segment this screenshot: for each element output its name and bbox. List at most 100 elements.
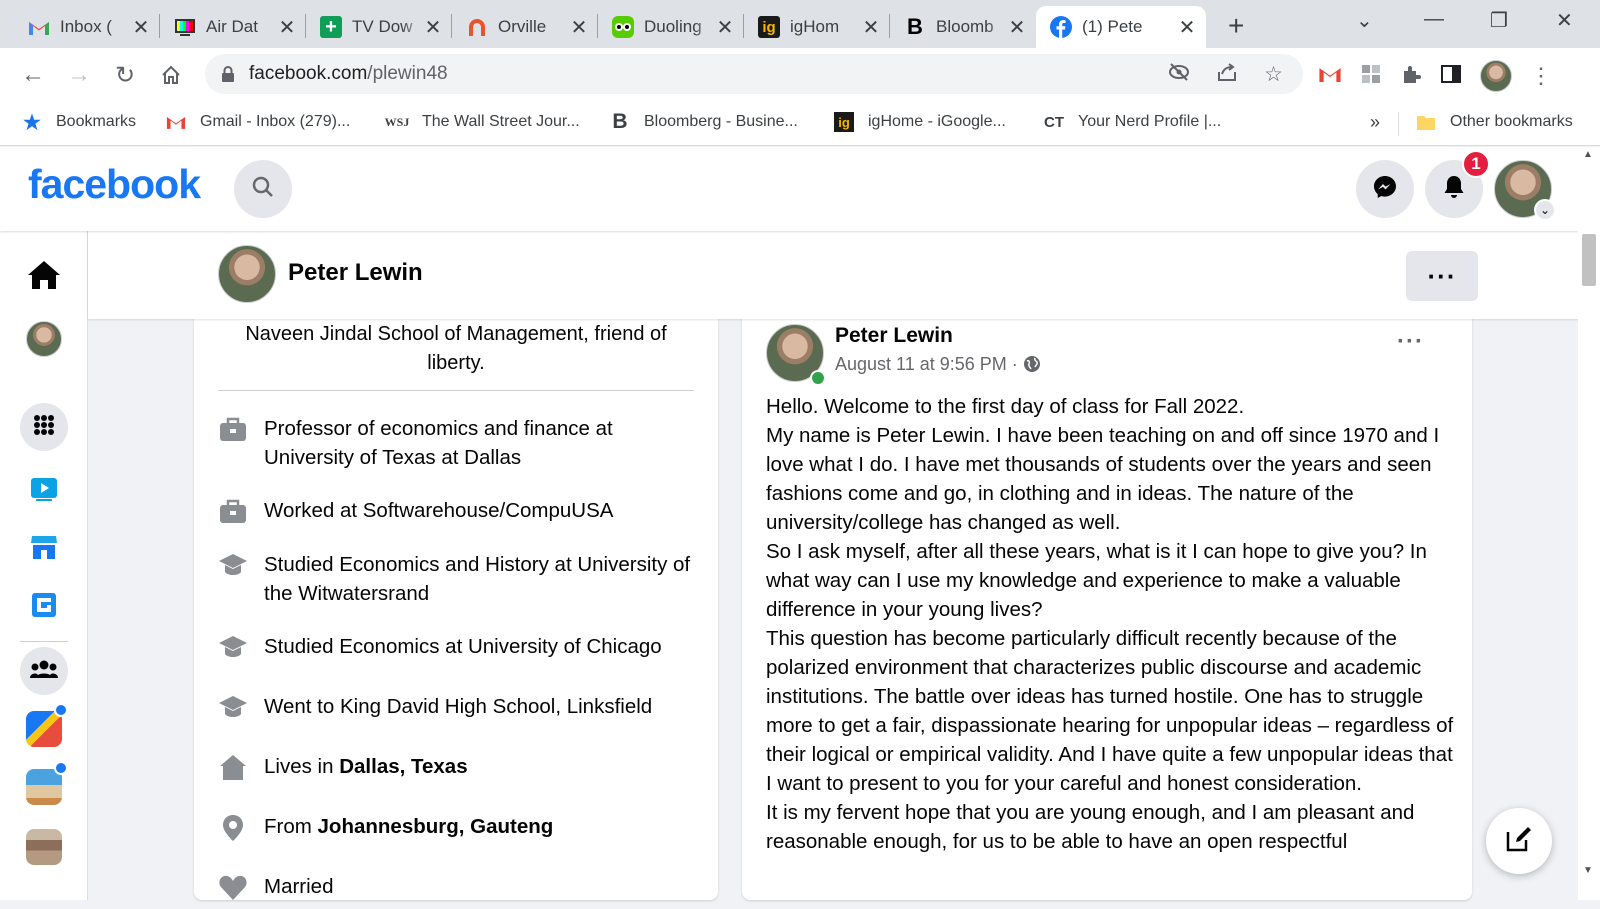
ig-icon: ig — [834, 112, 854, 132]
intro-text: Studied Economics and History at Univers… — [264, 553, 691, 605]
menu-nav-button[interactable] — [20, 403, 68, 451]
tab-title: Inbox ( — [60, 17, 112, 36]
home-icon[interactable] — [156, 60, 186, 90]
close-tab-icon[interactable]: ✕ — [570, 15, 588, 40]
intro-row-work: Professor of economics and finance at Un… — [218, 414, 698, 472]
close-tab-icon[interactable]: ✕ — [862, 15, 880, 40]
scrollbar-thumb[interactable] — [1582, 234, 1596, 286]
briefcase-icon — [218, 415, 248, 445]
close-tab-icon[interactable]: ✕ — [132, 15, 150, 40]
lock-icon — [221, 66, 235, 82]
facebook-logo[interactable]: facebook — [28, 161, 201, 208]
browser-tab[interactable]: ig igHom ✕ — [744, 6, 890, 48]
intro-row-work: Worked at Softwarehouse/CompuUSA — [218, 496, 698, 527]
side-panel-icon[interactable] — [1440, 63, 1462, 90]
bookmark-label: igHome - iGoogle... — [868, 113, 1006, 130]
tab-title: igHom — [790, 17, 840, 36]
search-button[interactable] — [234, 160, 292, 218]
gmail-icon — [166, 112, 186, 132]
intro-text: Worked at Softwarehouse/CompuUSA — [264, 499, 614, 522]
gaming-nav-button[interactable] — [22, 585, 66, 629]
location-link[interactable]: Dallas, Texas — [339, 755, 467, 778]
bookmark-item[interactable]: Gmail - Inbox (279)... — [166, 112, 350, 132]
wsj-icon: WSJ — [384, 114, 410, 129]
hometown-link[interactable]: Johannesburg, Gauteng — [318, 815, 554, 838]
profile-avatar[interactable] — [218, 245, 276, 303]
bookmarks-overflow-chevron[interactable]: » — [1370, 112, 1380, 133]
browser-tab[interactable]: Orville ✕ — [452, 6, 598, 48]
browser-tab[interactable]: + TV Dow ✕ — [306, 6, 452, 48]
post-options-icon[interactable]: ··· — [1397, 328, 1424, 356]
bookmark-item[interactable]: B Bloomberg - Busine... — [610, 110, 797, 133]
profile-more-button[interactable]: ··· — [1406, 251, 1478, 301]
intro-text: Lives in Dallas, Texas — [264, 755, 468, 778]
tab-title: Bloomb — [936, 17, 994, 36]
post-timestamp[interactable]: August 11 at 9:56 PM · — [835, 354, 1041, 375]
browser-tab[interactable]: B Bloomb ✕ — [890, 6, 1036, 48]
browser-toolbar: ← → ↻ facebook.com/plewin48 ☆ ⋮ — [0, 48, 1600, 102]
close-tab-icon[interactable]: ✕ — [424, 15, 442, 40]
intro-row-education: Went to King David High School, Linksfie… — [218, 692, 698, 723]
bell-icon — [1442, 174, 1466, 205]
account-chevron-icon[interactable]: ⌄ — [1534, 199, 1556, 221]
profile-avatar[interactable] — [1480, 60, 1512, 92]
bookmarks-bar: ★ Bookmarks Gmail - Inbox (279)... WSJ The… — [0, 102, 1600, 146]
marketplace-nav-button[interactable] — [22, 527, 66, 571]
bookmark-star-icon[interactable]: ☆ — [1264, 62, 1283, 88]
tab-search-chevron-icon[interactable]: ⌄ — [1356, 8, 1373, 33]
extension-puzzle-grey-icon[interactable] — [1360, 63, 1382, 90]
close-tab-icon[interactable]: ✕ — [1008, 15, 1026, 40]
watch-nav-button[interactable] — [22, 469, 66, 513]
new-tab-icon[interactable]: + — [1228, 10, 1244, 42]
share-icon[interactable] — [1216, 62, 1238, 88]
home-nav-button[interactable] — [22, 255, 66, 299]
messenger-button[interactable] — [1356, 160, 1414, 218]
location-pin-icon — [218, 813, 248, 843]
extensions-icon[interactable] — [1400, 63, 1422, 90]
post-paragraph: It is my fervent hope that you are young… — [766, 801, 1415, 853]
group-thumbnail — [26, 711, 62, 747]
ig-icon: ig — [758, 16, 780, 38]
profile-name[interactable]: Peter Lewin — [288, 259, 423, 287]
bookmark-item[interactable]: CT Your Nerd Profile |... — [1044, 112, 1221, 132]
profile-nav-button[interactable] — [22, 317, 66, 361]
heart-icon — [218, 873, 248, 903]
bookmark-item[interactable]: WSJ The Wall Street Jour... — [384, 112, 580, 132]
briefcase-icon — [218, 497, 248, 527]
browser-tab-active[interactable]: (1) Pete ✕ — [1036, 6, 1206, 48]
browser-tab[interactable]: Inbox ( ✕ — [14, 6, 160, 48]
messenger-icon — [1372, 174, 1398, 205]
scroll-down-arrow-icon[interactable]: ▼ — [1583, 865, 1593, 876]
close-tab-icon[interactable]: ✕ — [1178, 15, 1196, 40]
back-arrow-icon[interactable]: ← — [18, 60, 48, 90]
close-tab-icon[interactable]: ✕ — [716, 15, 734, 40]
gmail-extension-icon[interactable] — [1318, 65, 1342, 88]
other-bookmarks-folder[interactable]: Other bookmarks — [1416, 112, 1573, 132]
close-window-icon[interactable]: ✕ — [1556, 8, 1573, 33]
new-message-button[interactable] — [1486, 808, 1552, 874]
tab-title: Duoling — [644, 17, 702, 36]
intro-text: Professor of economics and finance at Un… — [264, 417, 613, 469]
search-icon — [251, 175, 275, 204]
profile-bio: Naveen Jindal School of Management, frie… — [245, 323, 667, 374]
bookmark-item[interactable]: ig igHome - iGoogle... — [834, 112, 1006, 132]
browser-tab[interactable]: Duoling ✕ — [598, 6, 744, 48]
post-author-name[interactable]: Peter Lewin — [835, 324, 953, 348]
bookmark-item[interactable]: ★ Bookmarks — [22, 112, 136, 134]
kebab-menu-icon[interactable]: ⋮ — [1530, 63, 1552, 89]
scroll-up-arrow-icon[interactable]: ▲ — [1583, 149, 1593, 160]
owl-icon — [612, 16, 634, 38]
address-bar[interactable]: facebook.com/plewin48 ☆ — [205, 54, 1303, 94]
groups-nav-button[interactable] — [20, 647, 68, 695]
browser-tab-strip: Inbox ( ✕ Air Dat ✕ + TV Dow ✕ Orville ✕… — [0, 0, 1600, 48]
browser-tab[interactable]: Air Dat ✕ — [160, 6, 306, 48]
reload-icon[interactable]: ↻ — [110, 60, 140, 90]
restore-icon[interactable]: ❐ — [1490, 8, 1508, 33]
bookmark-label: Your Nerd Profile |... — [1078, 113, 1222, 130]
compose-icon — [1504, 824, 1534, 859]
eye-slash-icon[interactable] — [1168, 62, 1190, 88]
minimize-icon[interactable]: — — [1424, 8, 1444, 31]
shortcut-group-3[interactable] — [22, 825, 66, 869]
close-tab-icon[interactable]: ✕ — [278, 15, 296, 40]
forward-arrow-icon[interactable]: → — [64, 60, 94, 90]
